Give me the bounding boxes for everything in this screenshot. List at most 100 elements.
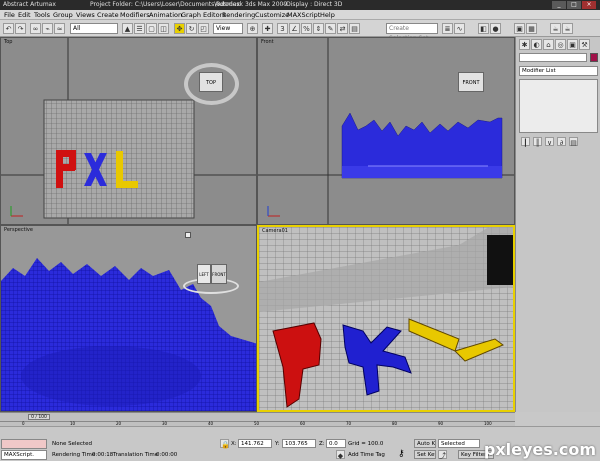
viewport-label[interactable]: Camera01: [262, 228, 288, 234]
viewcube-top[interactable]: TOP: [199, 72, 223, 92]
x-coordinate-field[interactable]: 141.762: [238, 439, 272, 448]
select-by-name-icon[interactable]: ☰: [134, 23, 145, 34]
modify-tab-icon[interactable]: ◐: [531, 39, 542, 50]
remove-modifier-icon[interactable]: ∂: [557, 137, 566, 147]
modifier-list-dropdown[interactable]: Modifier List: [519, 66, 598, 76]
menu-bar: File Edit Tools Group Views Create Modif…: [0, 10, 600, 20]
perspective-viewport-canvas: [1, 258, 256, 411]
align-icon[interactable]: ▤: [349, 23, 360, 34]
menu-group[interactable]: Group: [53, 11, 73, 19]
reference-coordinate-system[interactable]: View: [213, 23, 243, 34]
rendering-time-value: 0:00:18: [92, 452, 114, 458]
select-and-rotate-icon[interactable]: ↻: [186, 23, 197, 34]
modifier-stack[interactable]: [519, 79, 598, 133]
time-slider[interactable]: 0 / 100 0 10 20 30 40 50 60 70 80 90 100: [0, 412, 515, 426]
viewport-perspective[interactable]: Perspective LEFT FRONT: [0, 225, 257, 412]
named-selection-sets[interactable]: Create Selection Set: [386, 23, 438, 42]
object-color-swatch[interactable]: [590, 53, 598, 62]
rendered-frame-window-icon[interactable]: ▦: [526, 23, 537, 34]
menu-edit[interactable]: Edit: [18, 11, 31, 19]
make-unique-icon[interactable]: ∨: [545, 137, 554, 147]
select-and-manipulate-icon[interactable]: ✚: [262, 23, 273, 34]
menu-modifiers[interactable]: Modifiers: [120, 11, 150, 19]
undo-icon[interactable]: ↶: [3, 23, 14, 34]
link-icon[interactable]: ∞: [30, 23, 41, 34]
render-production-icon[interactable]: ☕: [562, 23, 573, 34]
material-editor-icon[interactable]: ●: [490, 23, 501, 34]
menu-tools[interactable]: Tools: [34, 11, 50, 19]
viewport-camera[interactable]: Camera01: [257, 225, 515, 412]
z-label: Z:: [319, 441, 325, 447]
watermark: pxleyes.com: [483, 440, 596, 459]
z-coordinate-field[interactable]: 0.0: [326, 439, 346, 448]
menu-animation[interactable]: Animation: [149, 11, 182, 19]
spinner-snap-icon[interactable]: ⇕: [313, 23, 324, 34]
menu-rendering[interactable]: Rendering: [222, 11, 255, 19]
display-tab-icon[interactable]: ▣: [567, 39, 578, 50]
schematic-view-icon[interactable]: ◧: [478, 23, 489, 34]
viewport-front[interactable]: Front FRONT: [257, 37, 515, 225]
menu-graph-editors[interactable]: Graph Editors: [181, 11, 226, 19]
maxscript-listener[interactable]: MAXScript.: [1, 450, 47, 460]
key-tangent-icon[interactable]: ⤴: [438, 450, 447, 460]
snaps-toggle-icon[interactable]: 3: [277, 23, 288, 34]
select-object-icon[interactable]: ▲: [122, 23, 133, 34]
render-setup-icon[interactable]: ▣: [514, 23, 525, 34]
rectangular-selection-icon[interactable]: ▢: [146, 23, 157, 34]
lock-selection-icon[interactable]: 🔒: [220, 439, 230, 449]
viewport-label[interactable]: Top: [4, 39, 12, 45]
selection-filter[interactable]: All: [70, 23, 118, 34]
object-name-field[interactable]: [519, 53, 587, 62]
maximize-icon[interactable]: □: [567, 1, 581, 9]
utilities-tab-icon[interactable]: ⚒: [579, 39, 590, 50]
maxscript-listener-top[interactable]: [1, 439, 47, 449]
menu-help[interactable]: Help: [320, 11, 335, 19]
layer-manager-icon[interactable]: ≣: [442, 23, 453, 34]
pin-stack-icon[interactable]: ┃: [521, 137, 530, 147]
viewport-label[interactable]: Front: [261, 39, 274, 45]
edit-named-selections-icon[interactable]: ✎: [325, 23, 336, 34]
motion-tab-icon[interactable]: ◎: [555, 39, 566, 50]
viewport-label[interactable]: Perspective: [4, 227, 33, 233]
close-icon[interactable]: ×: [582, 1, 596, 9]
curve-editor-icon[interactable]: ∿: [454, 23, 465, 34]
add-time-tag[interactable]: Add Time Tag: [348, 452, 385, 458]
select-and-move-icon[interactable]: ✥: [174, 23, 185, 34]
menu-file[interactable]: File: [4, 11, 15, 19]
percent-snap-icon[interactable]: %: [301, 23, 312, 34]
create-tab-icon[interactable]: ✱: [519, 39, 530, 50]
grid-icon: [185, 232, 191, 238]
select-and-scale-icon[interactable]: ◰: [198, 23, 209, 34]
unlink-icon[interactable]: ⌁: [42, 23, 53, 34]
menu-views[interactable]: Views: [76, 11, 95, 19]
camera-viewport-canvas: [259, 227, 513, 410]
angle-snap-icon[interactable]: ∠: [289, 23, 300, 34]
configure-modifier-sets-icon[interactable]: ▤: [569, 137, 578, 147]
show-end-result-icon[interactable]: ║: [533, 137, 542, 147]
key-icon[interactable]: ⚷: [398, 449, 405, 459]
time-tag-icon[interactable]: ◆: [336, 450, 345, 460]
time-slider-handle[interactable]: 0 / 100: [28, 414, 50, 420]
quick-render-icon[interactable]: ☕: [550, 23, 561, 34]
bind-spacewarp-icon[interactable]: ≈: [54, 23, 65, 34]
viewcube-front[interactable]: FRONT: [458, 72, 484, 92]
viewcube-front-face[interactable]: FRONT: [211, 264, 227, 284]
x-label: X:: [231, 441, 237, 447]
viewcube-left[interactable]: LEFT: [197, 264, 211, 284]
pivot-center-icon[interactable]: ⊕: [247, 23, 258, 34]
window-crossing-icon[interactable]: ◫: [158, 23, 169, 34]
menu-maxscript[interactable]: MAXScript: [287, 11, 320, 19]
grid-size: Grid = 100.0: [348, 441, 384, 447]
redo-icon[interactable]: ↷: [15, 23, 26, 34]
hierarchy-tab-icon[interactable]: ⌂: [543, 39, 554, 50]
minimize-icon[interactable]: _: [552, 1, 566, 9]
menu-create[interactable]: Create: [97, 11, 119, 19]
key-mode-dropdown[interactable]: Selected: [438, 439, 480, 448]
y-label: Y:: [275, 441, 280, 447]
set-key-button[interactable]: Set Key: [414, 450, 436, 459]
menu-customize[interactable]: Customize: [255, 11, 289, 19]
auto-key-button[interactable]: Auto Key: [414, 439, 436, 448]
viewport-top[interactable]: Top TOP: [0, 37, 257, 225]
y-coordinate-field[interactable]: 103.765: [282, 439, 316, 448]
mirror-icon[interactable]: ⇄: [337, 23, 348, 34]
